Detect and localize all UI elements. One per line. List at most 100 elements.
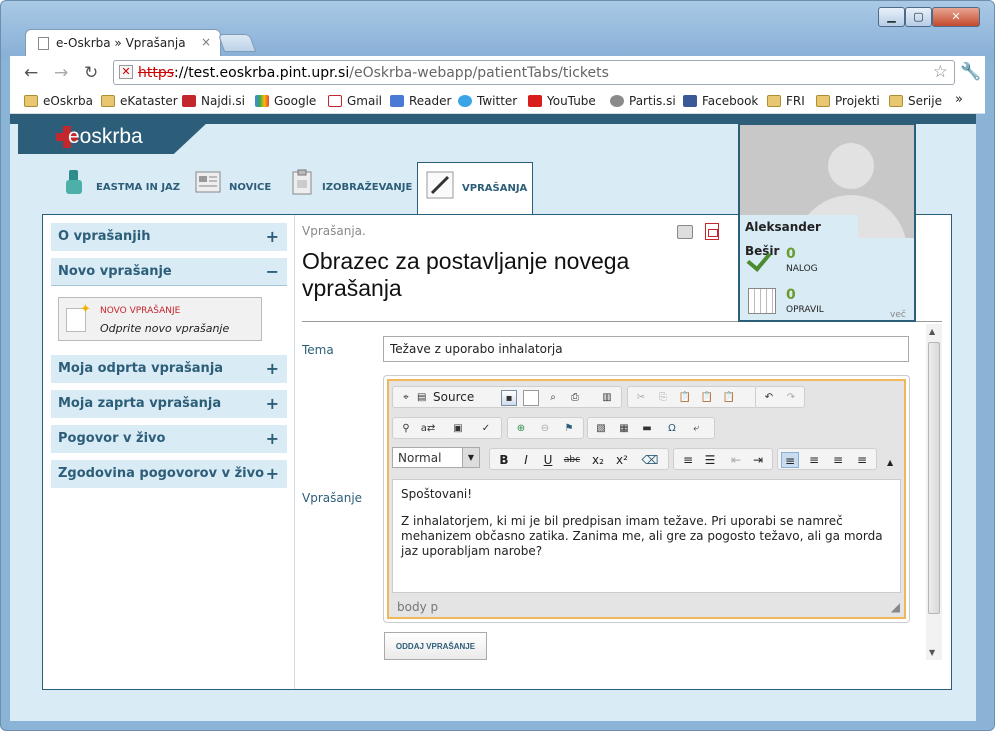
page-break-icon[interactable]: ⤶	[688, 421, 704, 437]
redo-icon[interactable]: ↷	[783, 390, 799, 406]
italic-button[interactable]: I	[517, 452, 535, 468]
sidebar-item-moja-zaprta[interactable]: Moja zaprta vprašanja +	[51, 390, 287, 418]
tab-close-icon[interactable]: ×	[201, 35, 211, 49]
toolbar-group-document: ⌖ ▤ Source ▪ ⌕ ⎙ ▥	[392, 386, 622, 408]
minus-icon: −	[265, 262, 279, 281]
save-icon[interactable]: ▪	[501, 390, 517, 406]
bookmark-partis[interactable]: Partis.si	[610, 93, 676, 111]
align-right-icon[interactable]: ≡	[829, 452, 847, 468]
pdf-icon[interactable]	[705, 223, 719, 240]
tasks-label: NALOG	[786, 264, 818, 274]
back-arrow-icon[interactable]: ←	[24, 63, 38, 83]
topic-input[interactable]	[383, 336, 909, 362]
bookmark-fri[interactable]: FRI	[767, 93, 805, 111]
reload-icon[interactable]: ↻	[84, 63, 98, 83]
source-button[interactable]: Source	[433, 390, 474, 404]
address-bar[interactable]: ✕ https://test.eoskrba.pint.upr.si/eOskr…	[113, 60, 955, 85]
folder-icon	[767, 95, 781, 107]
preview-icon[interactable]: ⌕	[545, 390, 561, 406]
outdent-icon[interactable]: ⇤	[727, 452, 745, 468]
cut-icon[interactable]: ✂	[633, 390, 649, 406]
bold-button[interactable]: B	[495, 452, 513, 468]
bookmark-facebook[interactable]: Facebook	[683, 93, 758, 111]
collapse-toolbar-icon[interactable]: ▲	[887, 458, 893, 467]
paste-word-icon[interactable]: 📋	[721, 390, 737, 406]
wrench-icon[interactable]: 🔧	[960, 62, 981, 82]
bookmark-eoskrba[interactable]: eOskrba	[24, 93, 93, 111]
unlink-icon[interactable]: ⊖	[537, 421, 553, 437]
user-card: Aleksander Bešir 0 NALOG 0 OPRAVIL več	[738, 123, 916, 322]
special-char-icon[interactable]: Ω	[664, 421, 680, 437]
strikethrough-button[interactable]: abc	[563, 452, 581, 468]
image-icon[interactable]: ▧	[593, 421, 609, 437]
ssl-warning-icon[interactable]: ✕	[119, 65, 133, 79]
copy-icon[interactable]: ⎘	[655, 390, 671, 406]
new-tab-button[interactable]	[217, 34, 257, 52]
bookmark-star-icon[interactable]: ☆	[933, 62, 948, 82]
bookmark-google[interactable]: Google	[255, 93, 316, 111]
paste-icon[interactable]: 📋	[677, 390, 693, 406]
anchor-flag-icon[interactable]: ⚑	[561, 421, 577, 437]
forward-arrow-icon[interactable]: →	[54, 63, 68, 83]
browser-tab-active[interactable]: e-Oskrba » Vprašanja ×	[25, 29, 221, 57]
indent-icon[interactable]: ⇥	[749, 452, 767, 468]
maximize-editor-icon[interactable]: ⌖	[398, 390, 414, 406]
close-window-button[interactable]: ✕	[932, 7, 980, 27]
bookmark-youtube[interactable]: YouTube	[528, 93, 596, 111]
bookmarks-more-icon[interactable]: »	[955, 92, 963, 107]
print-icon[interactable]	[677, 225, 693, 239]
scroll-down-icon[interactable]: ▼	[929, 648, 935, 657]
content-scrollbar[interactable]: ▲ ▼	[926, 324, 942, 660]
bookmark-serije[interactable]: Serije	[889, 93, 942, 111]
tab-vprasanja[interactable]: VPRAŠANJA	[417, 162, 533, 215]
bookmark-label: eOskrba	[43, 94, 93, 108]
sidebar-item-zgodovina[interactable]: Zgodovina pogovorov v živo +	[51, 460, 287, 488]
bookmark-reader[interactable]: Reader	[390, 93, 451, 111]
bookmark-najdi[interactable]: Najdi.si	[182, 93, 245, 111]
maximize-button[interactable]: ▢	[905, 7, 932, 27]
link-icon[interactable]: ⊕	[513, 421, 529, 437]
print-editor-icon[interactable]: ⎙	[567, 390, 583, 406]
align-justify-icon[interactable]: ≡	[853, 452, 871, 468]
sidebar-item-novo-vprasanje[interactable]: Novo vprašanje −	[51, 258, 287, 286]
scroll-up-icon[interactable]: ▲	[929, 327, 935, 336]
editor-content-area[interactable]: Spoštovani! Z inhalatorjem, ki mi je bil…	[392, 479, 901, 593]
bookmark-gmail[interactable]: Gmail	[328, 93, 382, 111]
sidebar-item-o-vprasanjih[interactable]: O vprašanjih +	[51, 223, 287, 251]
eoskrba-logo[interactable]: eoskrba	[18, 122, 208, 154]
new-page-icon[interactable]	[523, 390, 539, 406]
bookmark-ekataster[interactable]: eKataster	[101, 93, 178, 111]
select-all-icon[interactable]: ▣	[450, 421, 466, 437]
bookmark-projekti[interactable]: Projekti	[816, 93, 880, 111]
minimize-button[interactable]: ▁	[878, 7, 905, 27]
eraser-icon[interactable]: ⌫	[641, 452, 659, 468]
undo-icon[interactable]: ↶	[761, 390, 777, 406]
superscript-button[interactable]: x²	[613, 452, 631, 468]
spellcheck-icon[interactable]: ✓	[478, 421, 494, 437]
horizontal-rule-icon[interactable]: ▬	[639, 421, 655, 437]
source-icon[interactable]: ▤	[417, 390, 426, 406]
bookmark-twitter[interactable]: Twitter	[458, 93, 517, 111]
align-left-icon[interactable]: ≡	[781, 452, 799, 468]
more-link[interactable]: več	[890, 310, 906, 320]
editor-paragraph: Z inhalatorjem, ki mi je bil predpisan i…	[401, 514, 883, 558]
scroll-thumb[interactable]	[928, 342, 940, 614]
table-icon[interactable]: ▦	[616, 421, 632, 437]
bullet-list-icon[interactable]: ☰	[701, 452, 719, 468]
submit-question-button[interactable]: ODDAJ VPRAŠANJE	[384, 632, 487, 660]
templates-icon[interactable]: ▥	[599, 390, 615, 406]
sidebar-item-label: Novo vprašanje	[58, 264, 172, 279]
sidebar-item-moja-odprta[interactable]: Moja odprta vprašanja +	[51, 355, 287, 383]
new-question-button[interactable]: ✦ NOVO VPRAŠANJE Odprite novo vprašanje	[58, 297, 262, 341]
subscript-button[interactable]: x₂	[589, 452, 607, 468]
find-icon[interactable]: ⚲	[398, 421, 414, 437]
replace-icon[interactable]: a⇄	[420, 421, 436, 437]
underline-button[interactable]: U	[539, 452, 557, 468]
inhaler-icon	[66, 170, 82, 194]
resize-handle-icon[interactable]: ◢	[891, 600, 900, 614]
align-center-icon[interactable]: ≡	[805, 452, 823, 468]
sidebar-item-pogovor-v-zivo[interactable]: Pogovor v živo +	[51, 425, 287, 453]
numbered-list-icon[interactable]: ≡	[679, 452, 697, 468]
paste-text-icon[interactable]: 📋	[699, 390, 715, 406]
format-select[interactable]: Normal ▼	[392, 447, 480, 468]
